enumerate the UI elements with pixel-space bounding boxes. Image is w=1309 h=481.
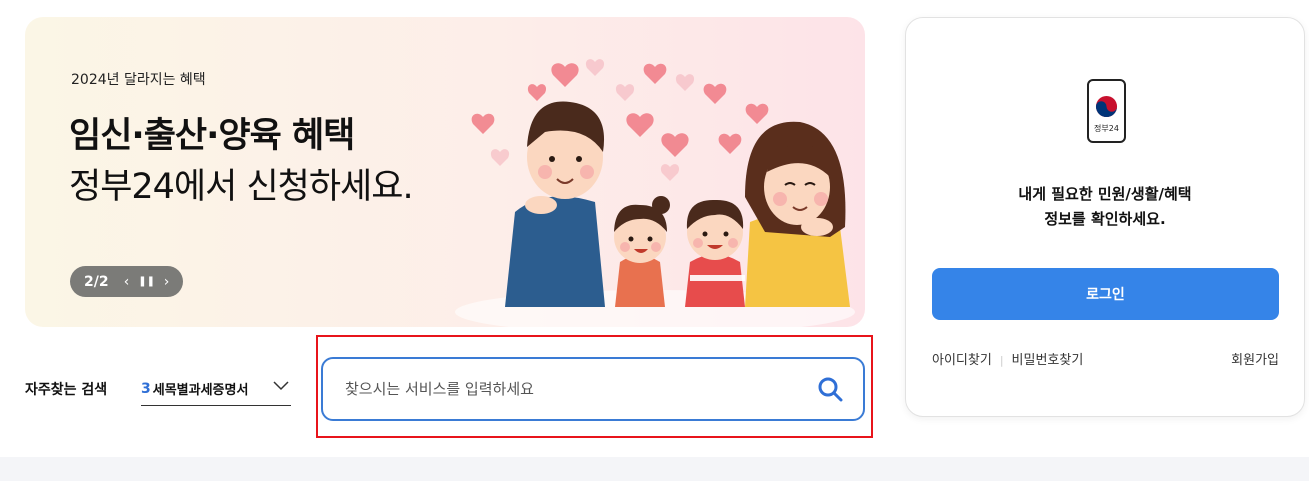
banner-pager: 2/2 ‹ ❚❚ ›	[70, 266, 183, 297]
chevron-left-icon[interactable]: ‹	[117, 274, 137, 290]
divider: |	[999, 354, 1004, 367]
pause-icon[interactable]: ❚❚	[137, 276, 157, 287]
pager-count: 2/2	[84, 273, 109, 290]
find-password-link[interactable]: 비밀번호찾기	[1012, 353, 1084, 368]
gov24-app-label: 정부24	[1094, 124, 1119, 133]
favorite-term: 세목별과세증명서	[152, 383, 249, 398]
login-message-line1: 내게 필요한 민원/생활/혜택	[1018, 185, 1192, 203]
page: 2024년 달라지는 혜택 임신·출산·양육 혜택 정부24에서 신청하세요. …	[0, 0, 1309, 481]
favorite-search-label: 자주찾는 검색	[25, 382, 108, 398]
promo-banner[interactable]: 2024년 달라지는 혜택 임신·출산·양육 혜택 정부24에서 신청하세요. …	[25, 17, 865, 327]
banner-subtitle: 2024년 달라지는 혜택	[71, 72, 206, 88]
banner-title: 임신·출산·양육 혜택	[69, 116, 355, 156]
family-illustration	[455, 59, 855, 327]
taegeuk-icon	[1095, 95, 1118, 118]
chevron-right-icon[interactable]: ›	[157, 274, 177, 290]
account-links: 아이디찾기 | 비밀번호찾기 회원가입	[932, 349, 1279, 368]
login-button[interactable]: 로그인	[932, 268, 1279, 320]
login-message-line2: 정보를 확인하세요.	[1044, 210, 1166, 228]
section-divider-band	[0, 457, 1309, 481]
favorite-search-dropdown[interactable]: 3 세목별과세증명서	[141, 372, 291, 406]
search-input[interactable]	[345, 380, 785, 398]
search-icon[interactable]	[817, 376, 843, 402]
banner-description: 정부24에서 신청하세요.	[69, 167, 414, 207]
find-id-link[interactable]: 아이디찾기	[932, 353, 992, 368]
search-box	[321, 357, 865, 421]
sign-up-link[interactable]: 회원가입	[1231, 349, 1279, 368]
gov24-app-icon: 정부24	[1087, 79, 1126, 143]
favorite-rank: 3	[141, 380, 151, 397]
login-card: 정부24 내게 필요한 민원/생활/혜택 정보를 확인하세요. 로그인 아이디찾…	[905, 17, 1305, 417]
chevron-down-icon	[273, 381, 289, 391]
